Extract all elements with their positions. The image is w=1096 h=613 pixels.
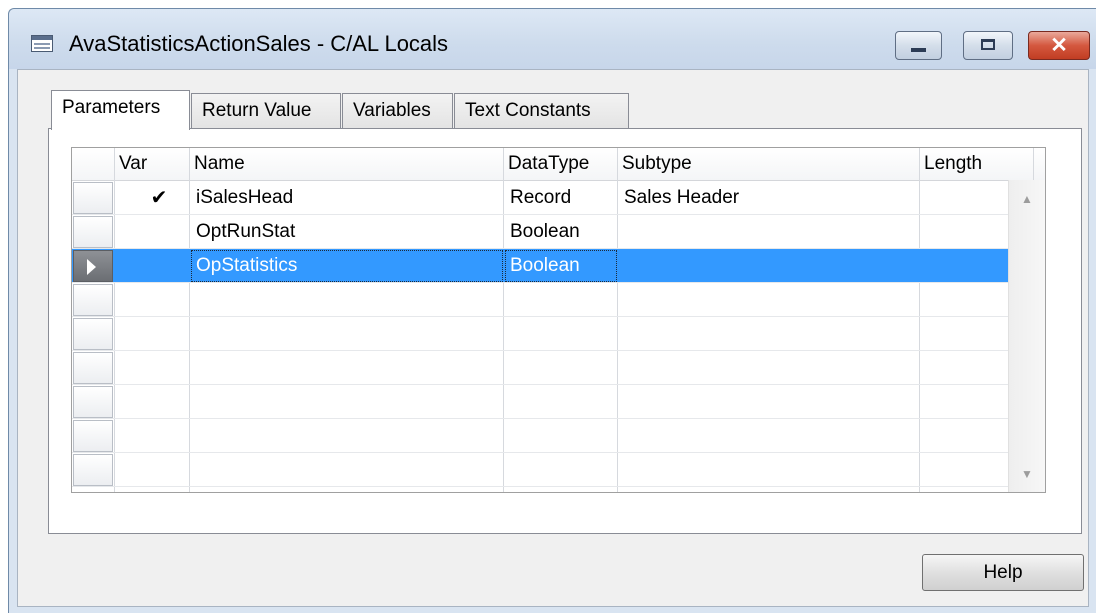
scroll-up-icon[interactable]: ▲ — [1009, 192, 1045, 206]
column-header-var[interactable]: Var — [115, 148, 190, 180]
row-selector-current[interactable] — [73, 250, 113, 282]
empty-row[interactable] — [72, 283, 1045, 317]
row-pointer-icon — [87, 259, 96, 275]
name-cell[interactable]: OpStatistics — [190, 249, 504, 283]
row-selector[interactable] — [73, 284, 113, 316]
tab-panel-parameters: Var Name DataType Subtype Length ✔ iSale… — [48, 128, 1082, 534]
close-button[interactable]: ✕ — [1028, 31, 1090, 60]
table-window-icon — [31, 35, 53, 52]
tab-label: Parameters — [62, 97, 161, 118]
tab-label: Return Value — [202, 100, 312, 121]
var-checkmark[interactable] — [144, 249, 174, 283]
tab-label: Variables — [353, 100, 431, 121]
grid-header: Var Name DataType Subtype Length — [72, 148, 1045, 181]
close-icon: ✕ — [1050, 34, 1068, 57]
subtype-cell[interactable]: Sales Header — [618, 181, 920, 215]
empty-row[interactable] — [72, 453, 1045, 487]
column-header-datatype[interactable]: DataType — [504, 148, 618, 180]
window-title: AvaStatisticsActionSales - C/AL Locals — [69, 31, 449, 56]
row-selector[interactable] — [73, 386, 113, 418]
name-cell[interactable]: iSalesHead — [190, 181, 504, 215]
table-row-selected[interactable]: OpStatistics Boolean — [72, 249, 1045, 283]
datatype-cell[interactable]: Record — [504, 181, 618, 215]
parameters-grid[interactable]: Var Name DataType Subtype Length ✔ iSale… — [71, 147, 1046, 493]
tab-parameters[interactable]: Parameters — [51, 90, 190, 130]
datatype-cell[interactable]: Boolean — [504, 249, 618, 283]
column-header-length[interactable]: Length — [920, 148, 1034, 180]
help-button[interactable]: Help — [922, 554, 1084, 591]
tab-text-constants[interactable]: Text Constants — [454, 93, 629, 129]
scroll-down-icon[interactable]: ▼ — [1009, 467, 1045, 481]
row-selector[interactable] — [73, 420, 113, 452]
row-selector[interactable] — [73, 318, 113, 350]
column-header-subtype[interactable]: Subtype — [618, 148, 920, 180]
maximize-icon — [981, 39, 995, 50]
table-row[interactable]: OptRunStat Boolean — [72, 215, 1045, 249]
minimize-button[interactable] — [895, 31, 942, 60]
vertical-scrollbar[interactable]: ▲ ▼ — [1008, 180, 1045, 492]
minimize-icon — [911, 48, 926, 52]
var-checkmark[interactable]: ✔ — [144, 181, 174, 215]
subtype-cell[interactable] — [618, 215, 920, 249]
maximize-button[interactable] — [963, 31, 1013, 60]
title-bar[interactable]: AvaStatisticsActionSales - C/AL Locals ✕ — [9, 9, 1096, 69]
empty-row[interactable] — [72, 317, 1045, 351]
tab-return-value[interactable]: Return Value — [191, 93, 341, 129]
row-selector[interactable] — [73, 216, 113, 248]
empty-row[interactable] — [72, 351, 1045, 385]
row-selector[interactable] — [73, 352, 113, 384]
table-row[interactable]: ✔ iSalesHead Record Sales Header — [72, 181, 1045, 215]
dialog-client: Parameters Return Value Variables Text C… — [17, 69, 1089, 607]
row-selector[interactable] — [73, 182, 113, 214]
tab-label: Text Constants — [465, 100, 591, 121]
datatype-cell[interactable]: Boolean — [504, 215, 618, 249]
subtype-cell[interactable] — [618, 249, 920, 283]
tab-variables[interactable]: Variables — [342, 93, 453, 129]
column-header-name[interactable]: Name — [190, 148, 504, 180]
empty-row[interactable] — [72, 385, 1045, 419]
calocals-window: AvaStatisticsActionSales - C/AL Locals ✕… — [8, 8, 1096, 613]
var-checkmark[interactable] — [144, 215, 174, 249]
row-selector[interactable] — [73, 454, 113, 486]
name-cell[interactable]: OptRunStat — [190, 215, 504, 249]
empty-row[interactable] — [72, 419, 1045, 453]
